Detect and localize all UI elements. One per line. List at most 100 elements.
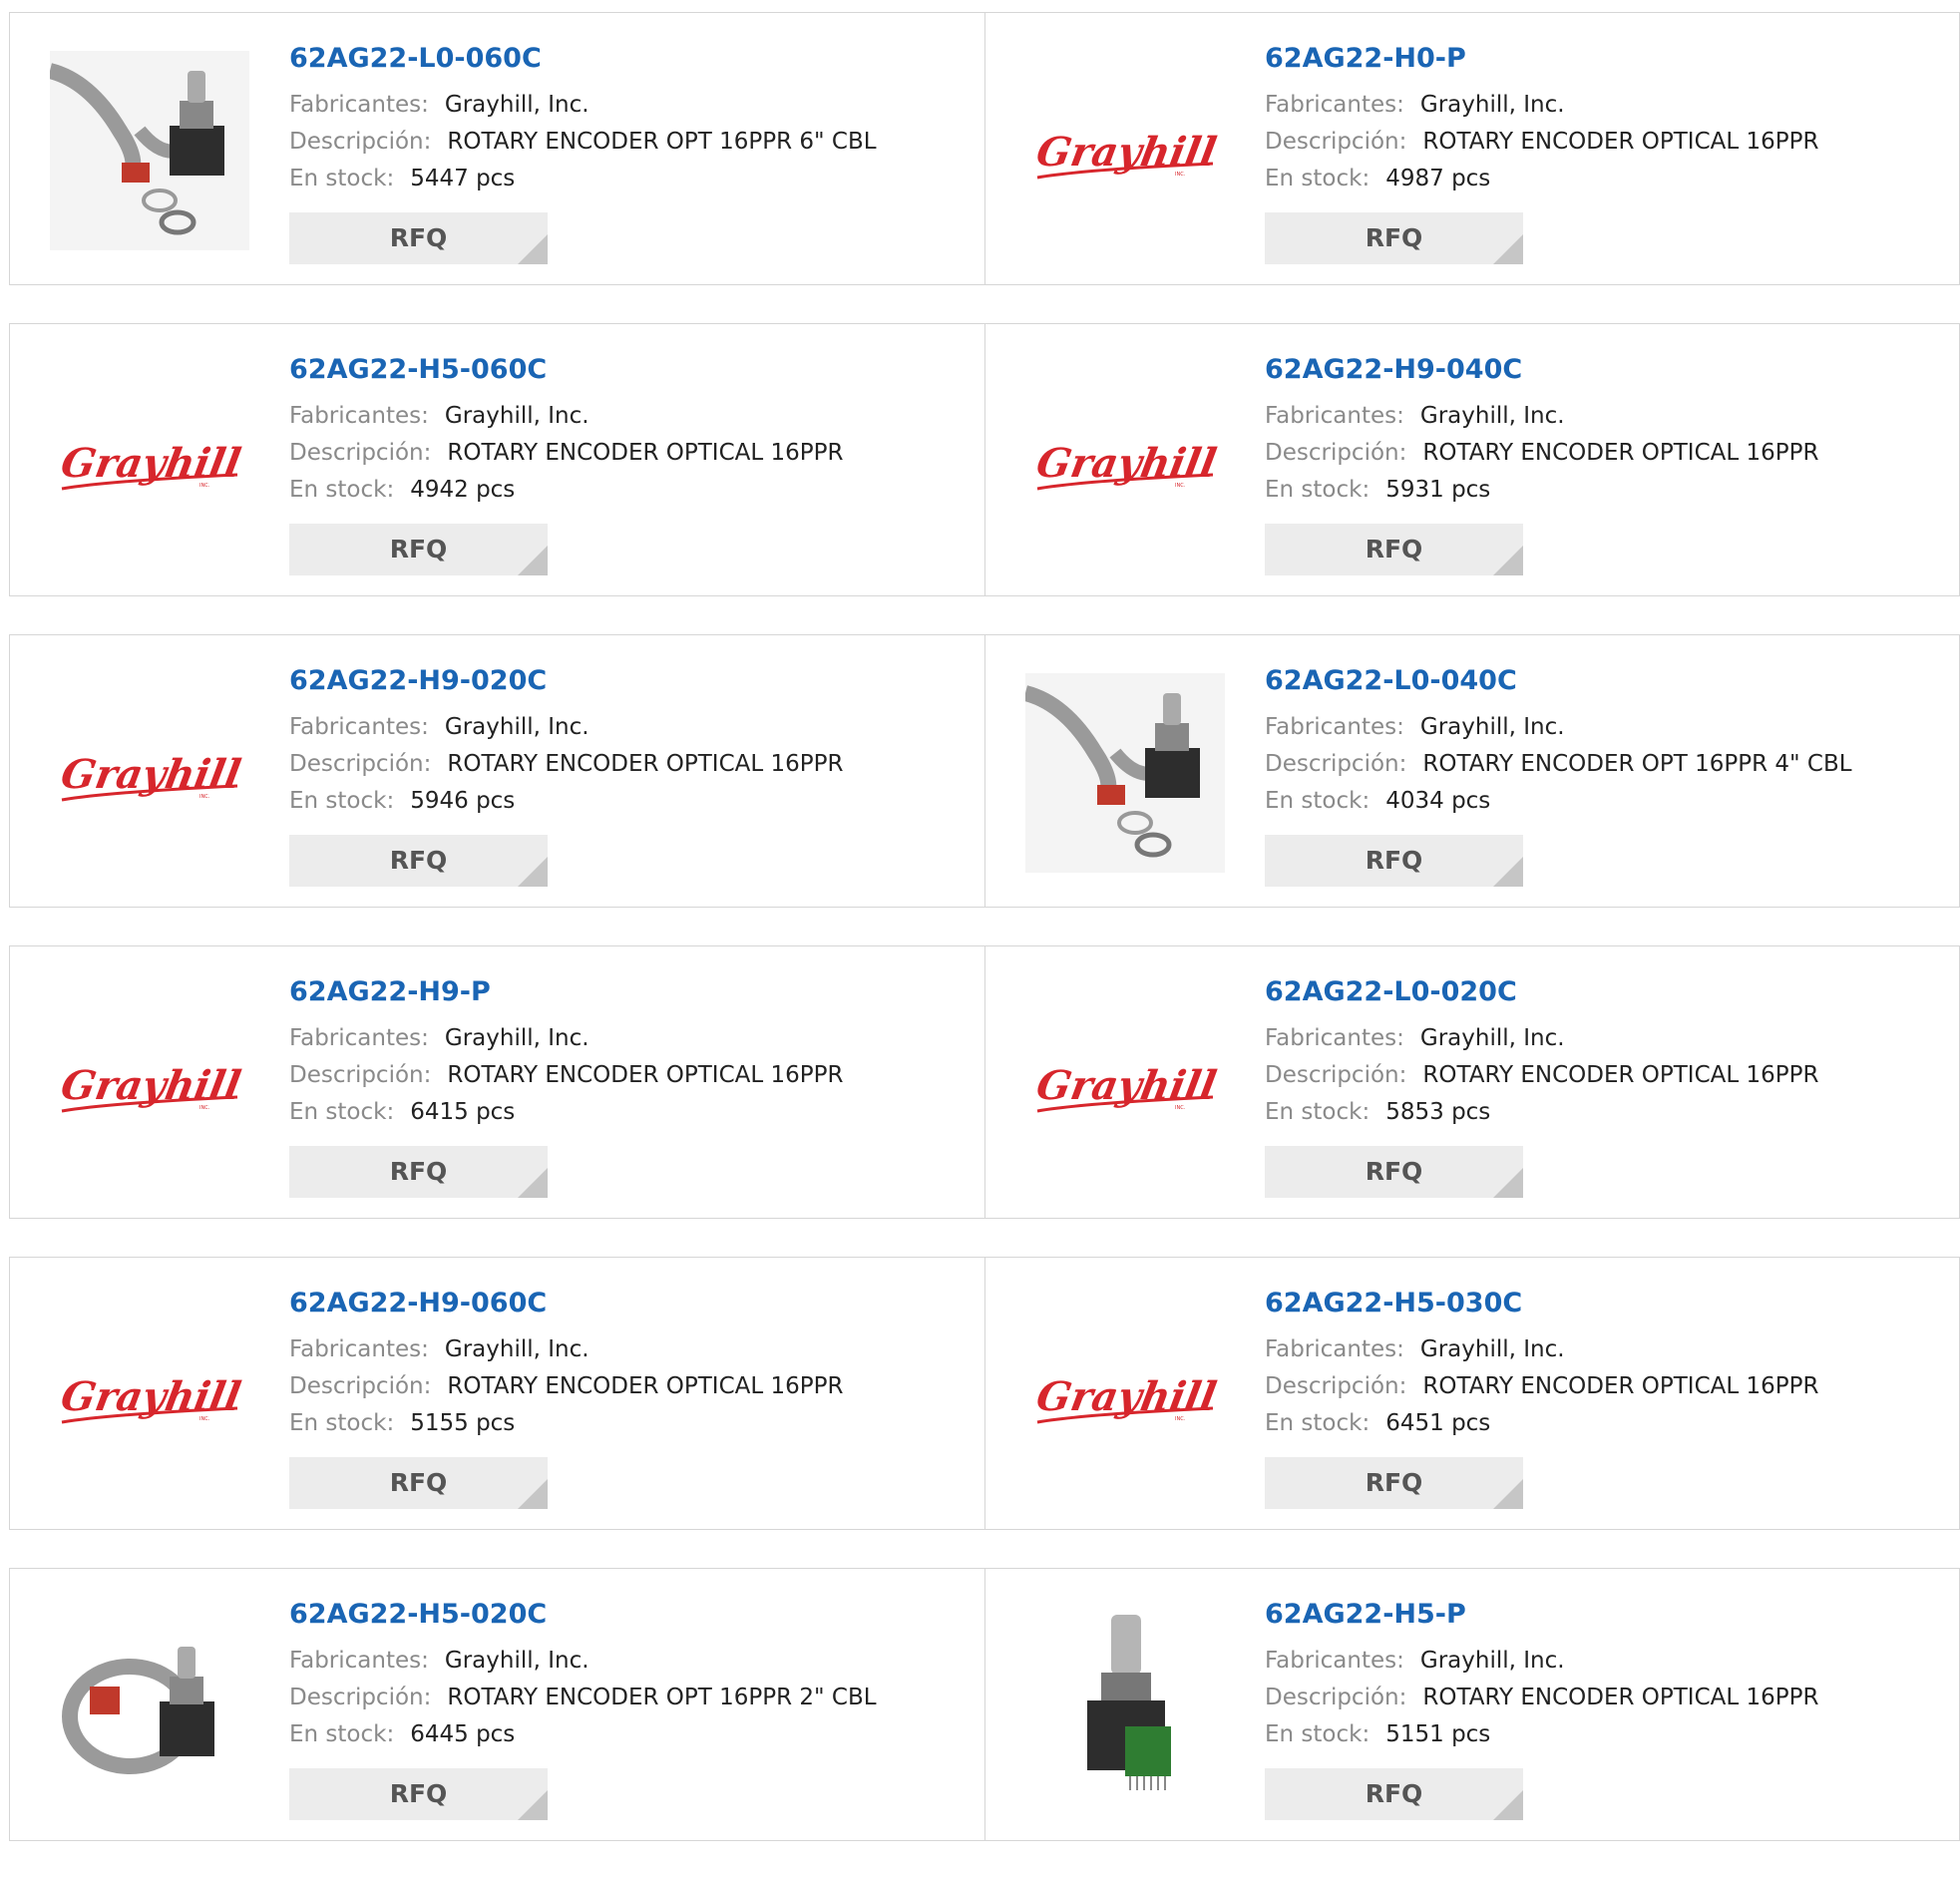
product-image[interactable]: [50, 51, 249, 250]
part-number-link[interactable]: 62AG22-L0-020C: [1265, 976, 1939, 1008]
manufacturer-value: Grayhill, Inc.: [444, 1336, 589, 1362]
part-number-link[interactable]: 62AG22-H9-020C: [289, 665, 965, 697]
corner-fold-icon: [1493, 857, 1523, 887]
stock-label: En stock:: [289, 1410, 395, 1436]
part-number-link[interactable]: 62AG22-H9-060C: [289, 1288, 965, 1319]
rfq-button[interactable]: RFQ: [289, 524, 548, 575]
description-value: ROTARY ENCODER OPT 16PPR 4" CBL: [1422, 751, 1852, 777]
manufacturer-value: Grayhill, Inc.: [444, 1648, 589, 1674]
product-image[interactable]: Grayhill INC.: [1025, 126, 1225, 186]
description-label: Descripción:: [1265, 1062, 1407, 1088]
description-label: Descripción:: [289, 1062, 432, 1088]
description-value: ROTARY ENCODER OPTICAL 16PPR: [1422, 1685, 1819, 1710]
stock-label: En stock:: [289, 477, 395, 503]
product-image[interactable]: Grayhill INC.: [50, 748, 249, 808]
part-number-link[interactable]: 62AG22-H5-020C: [289, 1599, 965, 1631]
encoder-photo: [50, 51, 249, 250]
manufacturer-label: Fabricantes:: [289, 1648, 429, 1674]
manufacturer-value: Grayhill, Inc.: [1419, 1336, 1565, 1362]
description-label: Descripción:: [1265, 751, 1407, 777]
rfq-label: RFQ: [1365, 223, 1423, 252]
manufacturer-value: Grayhill, Inc.: [444, 403, 589, 429]
grayhill-logo: GrayhillINC.: [58, 750, 244, 802]
svg-text:INC.: INC.: [199, 1105, 210, 1111]
manufacturer-value: Grayhill, Inc.: [444, 1025, 589, 1051]
stock-label: En stock:: [289, 1099, 395, 1125]
corner-fold-icon: [518, 1479, 548, 1509]
product-image[interactable]: Grayhill INC.: [50, 1059, 249, 1119]
rfq-label: RFQ: [1365, 1157, 1423, 1186]
description-value: ROTARY ENCODER OPTICAL 16PPR: [447, 1062, 844, 1088]
stock-value: 5151 pcs: [1385, 1721, 1491, 1747]
manufacturer-label: Fabricantes:: [1265, 403, 1404, 429]
stock-label: En stock:: [1265, 477, 1371, 503]
product-image[interactable]: Grayhill INC.: [1025, 1370, 1225, 1430]
rfq-button[interactable]: RFQ: [1265, 835, 1523, 887]
product-row: Grayhill INC. 62AG22-H9-P Fabricantes: Gra…: [9, 945, 1960, 1219]
rfq-button[interactable]: RFQ: [289, 1768, 548, 1820]
stock-label: En stock:: [1265, 1410, 1371, 1436]
description-value: ROTARY ENCODER OPTICAL 16PPR: [447, 751, 844, 777]
part-number-link[interactable]: 62AG22-H5-060C: [289, 354, 965, 386]
product-card: 62AG22-H5-P Fabricantes: Grayhill, Inc. D…: [984, 1569, 1959, 1840]
rfq-label: RFQ: [389, 223, 448, 252]
part-number-link[interactable]: 62AG22-H9-P: [289, 976, 965, 1008]
product-image[interactable]: Grayhill INC.: [1025, 1059, 1225, 1119]
corner-fold-icon: [518, 1168, 548, 1198]
corner-fold-icon: [1493, 1479, 1523, 1509]
rfq-button[interactable]: RFQ: [289, 1146, 548, 1198]
description-value: ROTARY ENCODER OPTICAL 16PPR: [1422, 1062, 1819, 1088]
product-image[interactable]: [1025, 673, 1225, 873]
grayhill-logo: GrayhillINC.: [1033, 1061, 1220, 1113]
manufacturer-label: Fabricantes:: [1265, 1336, 1404, 1362]
stock-value: 6415 pcs: [410, 1099, 516, 1125]
product-image[interactable]: [1025, 1607, 1225, 1806]
product-image[interactable]: Grayhill INC.: [50, 437, 249, 497]
stock-label: En stock:: [289, 1721, 395, 1747]
part-number-link[interactable]: 62AG22-L0-060C: [289, 43, 965, 75]
manufacturer-value: Grayhill, Inc.: [1419, 1025, 1565, 1051]
rfq-button[interactable]: RFQ: [289, 1457, 548, 1509]
part-number-link[interactable]: 62AG22-L0-040C: [1265, 665, 1939, 697]
encoder-photo: [62, 1647, 214, 1774]
part-number-link[interactable]: 62AG22-H5-P: [1265, 1599, 1939, 1631]
corner-fold-icon: [518, 234, 548, 264]
corner-fold-icon: [1493, 546, 1523, 575]
rfq-label: RFQ: [1365, 1779, 1423, 1808]
product-image[interactable]: Grayhill INC.: [50, 1370, 249, 1430]
manufacturer-label: Fabricantes:: [289, 92, 429, 118]
stock-value: 6451 pcs: [1385, 1410, 1491, 1436]
description-value: ROTARY ENCODER OPTICAL 16PPR: [447, 1373, 844, 1399]
rfq-button[interactable]: RFQ: [1265, 1768, 1523, 1820]
rfq-button[interactable]: RFQ: [1265, 1457, 1523, 1509]
svg-text:INC.: INC.: [1175, 1105, 1186, 1111]
manufacturer-label: Fabricantes:: [1265, 1648, 1404, 1674]
corner-fold-icon: [518, 546, 548, 575]
description-value: ROTARY ENCODER OPTICAL 16PPR: [1422, 1373, 1819, 1399]
product-row: Grayhill INC. 62AG22-H5-060C Fabricantes:…: [9, 323, 1960, 596]
svg-text:INC.: INC.: [199, 794, 210, 800]
manufacturer-value: Grayhill, Inc.: [1419, 714, 1565, 740]
rfq-button[interactable]: RFQ: [289, 835, 548, 887]
product-card: 62AG22-H5-020C Fabricantes: Grayhill, Inc…: [10, 1569, 984, 1840]
part-number-link[interactable]: 62AG22-H9-040C: [1265, 354, 1939, 386]
stock-label: En stock:: [1265, 166, 1371, 191]
product-row: 62AG22-L0-060C Fabricantes: Grayhill, Inc…: [9, 12, 1960, 285]
manufacturer-value: Grayhill, Inc.: [444, 714, 589, 740]
rfq-button[interactable]: RFQ: [1265, 212, 1523, 264]
product-image[interactable]: Grayhill INC.: [1025, 437, 1225, 497]
product-card: Grayhill INC. 62AG22-H9-060C Fabricantes:…: [10, 1258, 984, 1529]
stock-value: 5946 pcs: [410, 788, 516, 814]
part-number-link[interactable]: 62AG22-H5-030C: [1265, 1288, 1939, 1319]
product-card: Grayhill INC. 62AG22-H9-020C Fabricantes:…: [10, 635, 984, 907]
part-number-link[interactable]: 62AG22-H0-P: [1265, 43, 1939, 75]
rfq-label: RFQ: [1365, 1468, 1423, 1497]
corner-fold-icon: [1493, 234, 1523, 264]
product-image[interactable]: [50, 1607, 249, 1806]
rfq-button[interactable]: RFQ: [1265, 1146, 1523, 1198]
rfq-button[interactable]: RFQ: [289, 212, 548, 264]
description-label: Descripción:: [1265, 1373, 1407, 1399]
product-card: 62AG22-L0-060C Fabricantes: Grayhill, Inc…: [10, 13, 984, 284]
rfq-button[interactable]: RFQ: [1265, 524, 1523, 575]
rfq-label: RFQ: [389, 535, 448, 564]
